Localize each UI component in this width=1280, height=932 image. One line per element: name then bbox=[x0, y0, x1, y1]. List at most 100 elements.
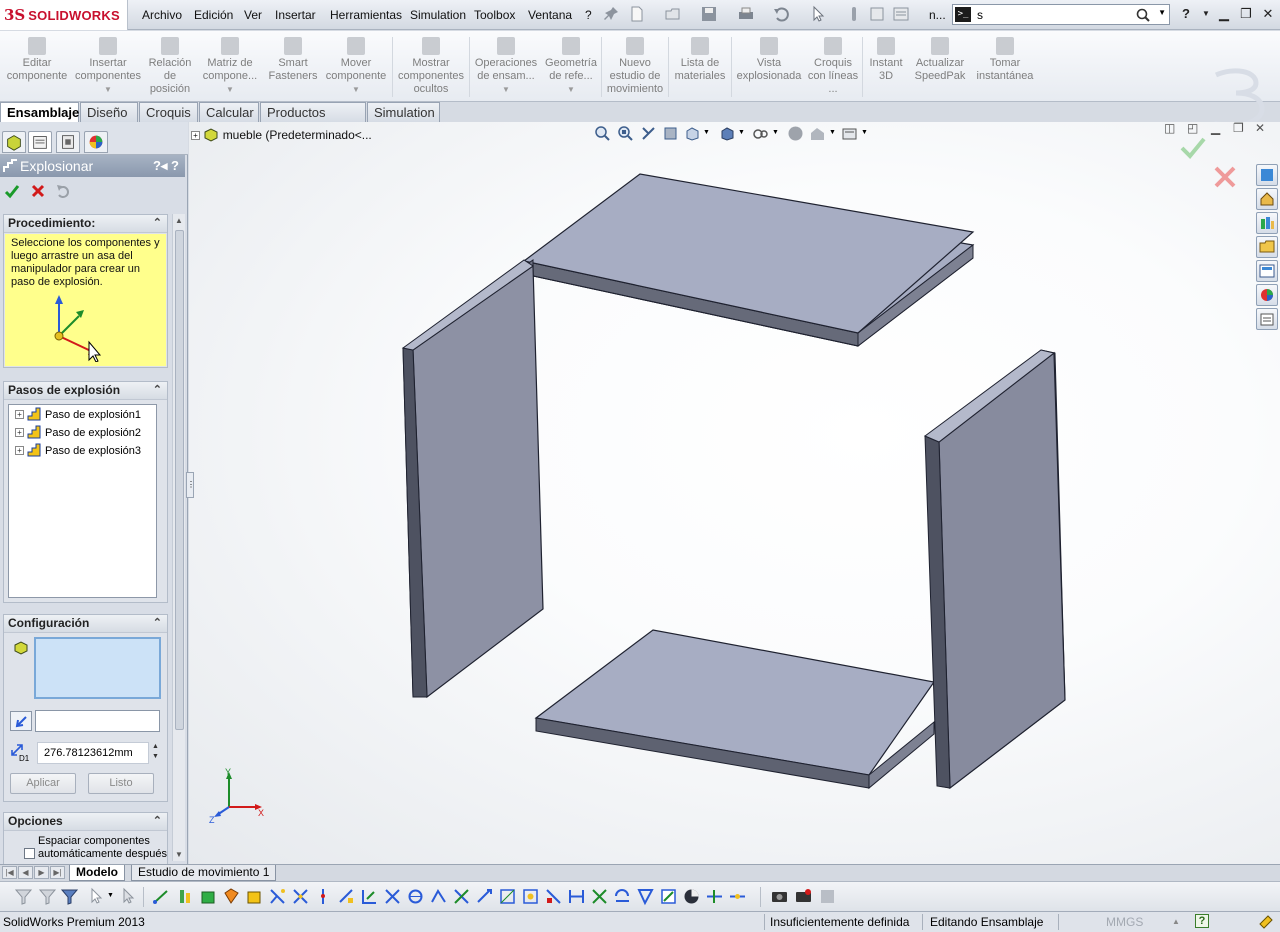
filter-edges-icon[interactable] bbox=[38, 887, 57, 906]
task-pane-design-library-icon[interactable] bbox=[1256, 212, 1278, 234]
menu-insertar[interactable]: Insertar bbox=[275, 8, 316, 22]
take-snapshot-button[interactable]: Tomar instantánea bbox=[972, 37, 1038, 83]
units-dropdown-icon[interactable]: ▲ bbox=[1172, 912, 1180, 932]
sketch-tool-5-icon[interactable] bbox=[360, 887, 379, 906]
property-manager-tab-icon[interactable] bbox=[28, 131, 52, 153]
first-tab-icon[interactable]: |◀ bbox=[2, 866, 17, 879]
sketch-tool-13-icon[interactable] bbox=[544, 887, 563, 906]
orange-feature-icon[interactable] bbox=[222, 887, 241, 906]
component-pattern-button[interactable]: Matriz de compone... ▼ bbox=[199, 37, 261, 96]
exploded-view-button[interactable]: Vista explosionada bbox=[734, 37, 804, 83]
render-icon[interactable] bbox=[818, 887, 837, 906]
assembly-features-button[interactable]: Operaciones de ensam... ▼ bbox=[472, 37, 540, 96]
sketch-tool-15-icon[interactable] bbox=[590, 887, 609, 906]
pm-scrollbar[interactable]: ▲ ▼ bbox=[172, 214, 185, 861]
scroll-down-icon[interactable]: ▼ bbox=[175, 850, 183, 859]
reference-geometry-button[interactable]: Geometría de refe... ▼ bbox=[543, 37, 599, 96]
last-tab-icon[interactable]: ▶| bbox=[50, 866, 65, 879]
green-cube-icon[interactable] bbox=[199, 887, 218, 906]
chevron-down-icon[interactable]: ▼ bbox=[543, 83, 599, 96]
sketch-tool-18-icon[interactable] bbox=[659, 887, 678, 906]
tab-simulation[interactable]: Simulation bbox=[367, 102, 440, 122]
explode-direction-field[interactable] bbox=[35, 710, 160, 732]
procedure-heading[interactable]: Procedimiento: ⌃ bbox=[4, 215, 167, 233]
configuration-heading[interactable]: Configuración ⌃ bbox=[4, 615, 167, 633]
search-box[interactable]: >_ s ▼ bbox=[952, 4, 1170, 25]
chevron-down-icon[interactable]: ▼ bbox=[107, 892, 114, 899]
collapse-icon[interactable]: ⌃ bbox=[153, 615, 162, 632]
explode-step-item[interactable]: + Paso de explosión2 bbox=[15, 425, 141, 441]
expand-icon[interactable]: + bbox=[15, 410, 24, 419]
chevron-down-icon[interactable]: ▼ bbox=[199, 83, 261, 96]
tab-ensamblaje[interactable]: Ensamblaje bbox=[0, 102, 79, 123]
sketch-tool-7-icon[interactable] bbox=[406, 887, 425, 906]
sketch-tool-12-icon[interactable] bbox=[521, 887, 540, 906]
help-button[interactable]: ? bbox=[1178, 6, 1194, 22]
print-icon[interactable] bbox=[737, 5, 755, 23]
smart-fasteners-button[interactable]: Smart Fasteners bbox=[265, 37, 321, 83]
sketch-tool-1-icon[interactable] bbox=[268, 887, 287, 906]
search-icon[interactable] bbox=[1135, 7, 1151, 23]
select-icon[interactable] bbox=[809, 5, 827, 23]
tab-productos-office[interactable]: Productos Office bbox=[260, 102, 366, 139]
tab-motion-study-1[interactable]: Estudio de movimiento 1 bbox=[131, 865, 277, 881]
pm-splitter-handle[interactable]: ⋮ bbox=[186, 472, 195, 498]
restore-icon[interactable]: ❐ bbox=[1238, 6, 1254, 22]
tab-croquis[interactable]: Croquis bbox=[139, 102, 198, 122]
apply-button[interactable]: Aplicar bbox=[10, 773, 76, 794]
cancel-x-icon[interactable] bbox=[30, 183, 46, 199]
distance-spinner[interactable]: ▲ ▼ bbox=[152, 742, 162, 764]
graphics-area[interactable]: + mueble (Predeterminado<... ▼ ▼ ▼ ▼ ▼ ◫… bbox=[189, 122, 1280, 864]
exploded-model[interactable] bbox=[189, 122, 1280, 864]
sketch-tool-9-icon[interactable] bbox=[452, 887, 471, 906]
bottom-panel[interactable] bbox=[534, 629, 936, 790]
sketch-tool-8-icon[interactable] bbox=[429, 887, 448, 906]
sphere-icon[interactable] bbox=[682, 887, 701, 906]
sketch-line-icon[interactable] bbox=[152, 887, 171, 906]
task-pane-resources-icon[interactable] bbox=[1256, 164, 1278, 186]
show-hidden-button[interactable]: Mostrar componentes ocultos bbox=[396, 37, 466, 96]
next-tab-icon[interactable]: ▶ bbox=[34, 866, 49, 879]
bom-button[interactable]: Lista de materiales bbox=[671, 37, 729, 83]
file-properties-icon[interactable] bbox=[868, 5, 886, 23]
menu-archivo[interactable]: Archivo bbox=[142, 8, 182, 22]
sketch-tool-4-icon[interactable] bbox=[337, 887, 356, 906]
explode-line-sketch-button[interactable]: Croquis con líneas ... bbox=[806, 37, 860, 96]
pm-scroll-thumb[interactable] bbox=[175, 230, 184, 730]
expand-icon[interactable]: + bbox=[15, 446, 24, 455]
sketch-tool-10-icon[interactable] bbox=[475, 887, 494, 906]
edit-component-button[interactable]: Editar componente bbox=[4, 37, 70, 83]
menu-help[interactable]: ? bbox=[585, 8, 592, 22]
configuration-manager-tab-icon[interactable] bbox=[56, 131, 80, 153]
right-panel[interactable] bbox=[924, 349, 1066, 790]
menu-herramientas[interactable]: Herramientas bbox=[330, 8, 402, 22]
camera-icon[interactable] bbox=[770, 887, 789, 906]
appearance-tab-icon[interactable] bbox=[84, 131, 108, 153]
explode-step-item[interactable]: + Paso de explosión3 bbox=[15, 443, 141, 459]
undo-step-icon[interactable] bbox=[55, 183, 71, 199]
menu-toolbox[interactable]: Toolbox bbox=[474, 8, 515, 22]
solidworks-logo[interactable]: 3S SOLIDWORKS bbox=[0, 0, 128, 30]
select-other-icon[interactable] bbox=[119, 887, 138, 906]
mate-button[interactable]: Relación de posición bbox=[146, 37, 194, 96]
chevron-down-icon[interactable]: ▼ bbox=[72, 83, 144, 96]
instant-3d-button[interactable]: Instant 3D bbox=[864, 37, 908, 83]
explode-direction-button[interactable] bbox=[10, 711, 32, 731]
sketch-tool-6-icon[interactable] bbox=[383, 887, 402, 906]
task-pane-custom-properties-icon[interactable] bbox=[1256, 308, 1278, 330]
menu-edicion[interactable]: Edición bbox=[194, 8, 233, 22]
filter-icon[interactable] bbox=[14, 887, 33, 906]
sketch-tool-14-icon[interactable] bbox=[567, 887, 586, 906]
task-pane-file-explorer-icon[interactable] bbox=[1256, 236, 1278, 258]
tab-calcular[interactable]: Calcular bbox=[199, 102, 259, 122]
feature-tree-tab-icon[interactable] bbox=[2, 131, 26, 153]
left-panel[interactable] bbox=[401, 259, 544, 699]
collapse-icon[interactable]: ⌃ bbox=[153, 215, 162, 232]
sketch-tool-11-icon[interactable] bbox=[498, 887, 517, 906]
units-indicator[interactable]: MMGS bbox=[1106, 912, 1143, 932]
select-arrow-icon[interactable] bbox=[87, 887, 106, 906]
save-icon[interactable] bbox=[700, 5, 718, 23]
menu-ventana[interactable]: Ventana bbox=[528, 8, 572, 22]
task-pane-appearances-icon[interactable] bbox=[1256, 284, 1278, 306]
sketch-tool-3-icon[interactable] bbox=[314, 887, 333, 906]
